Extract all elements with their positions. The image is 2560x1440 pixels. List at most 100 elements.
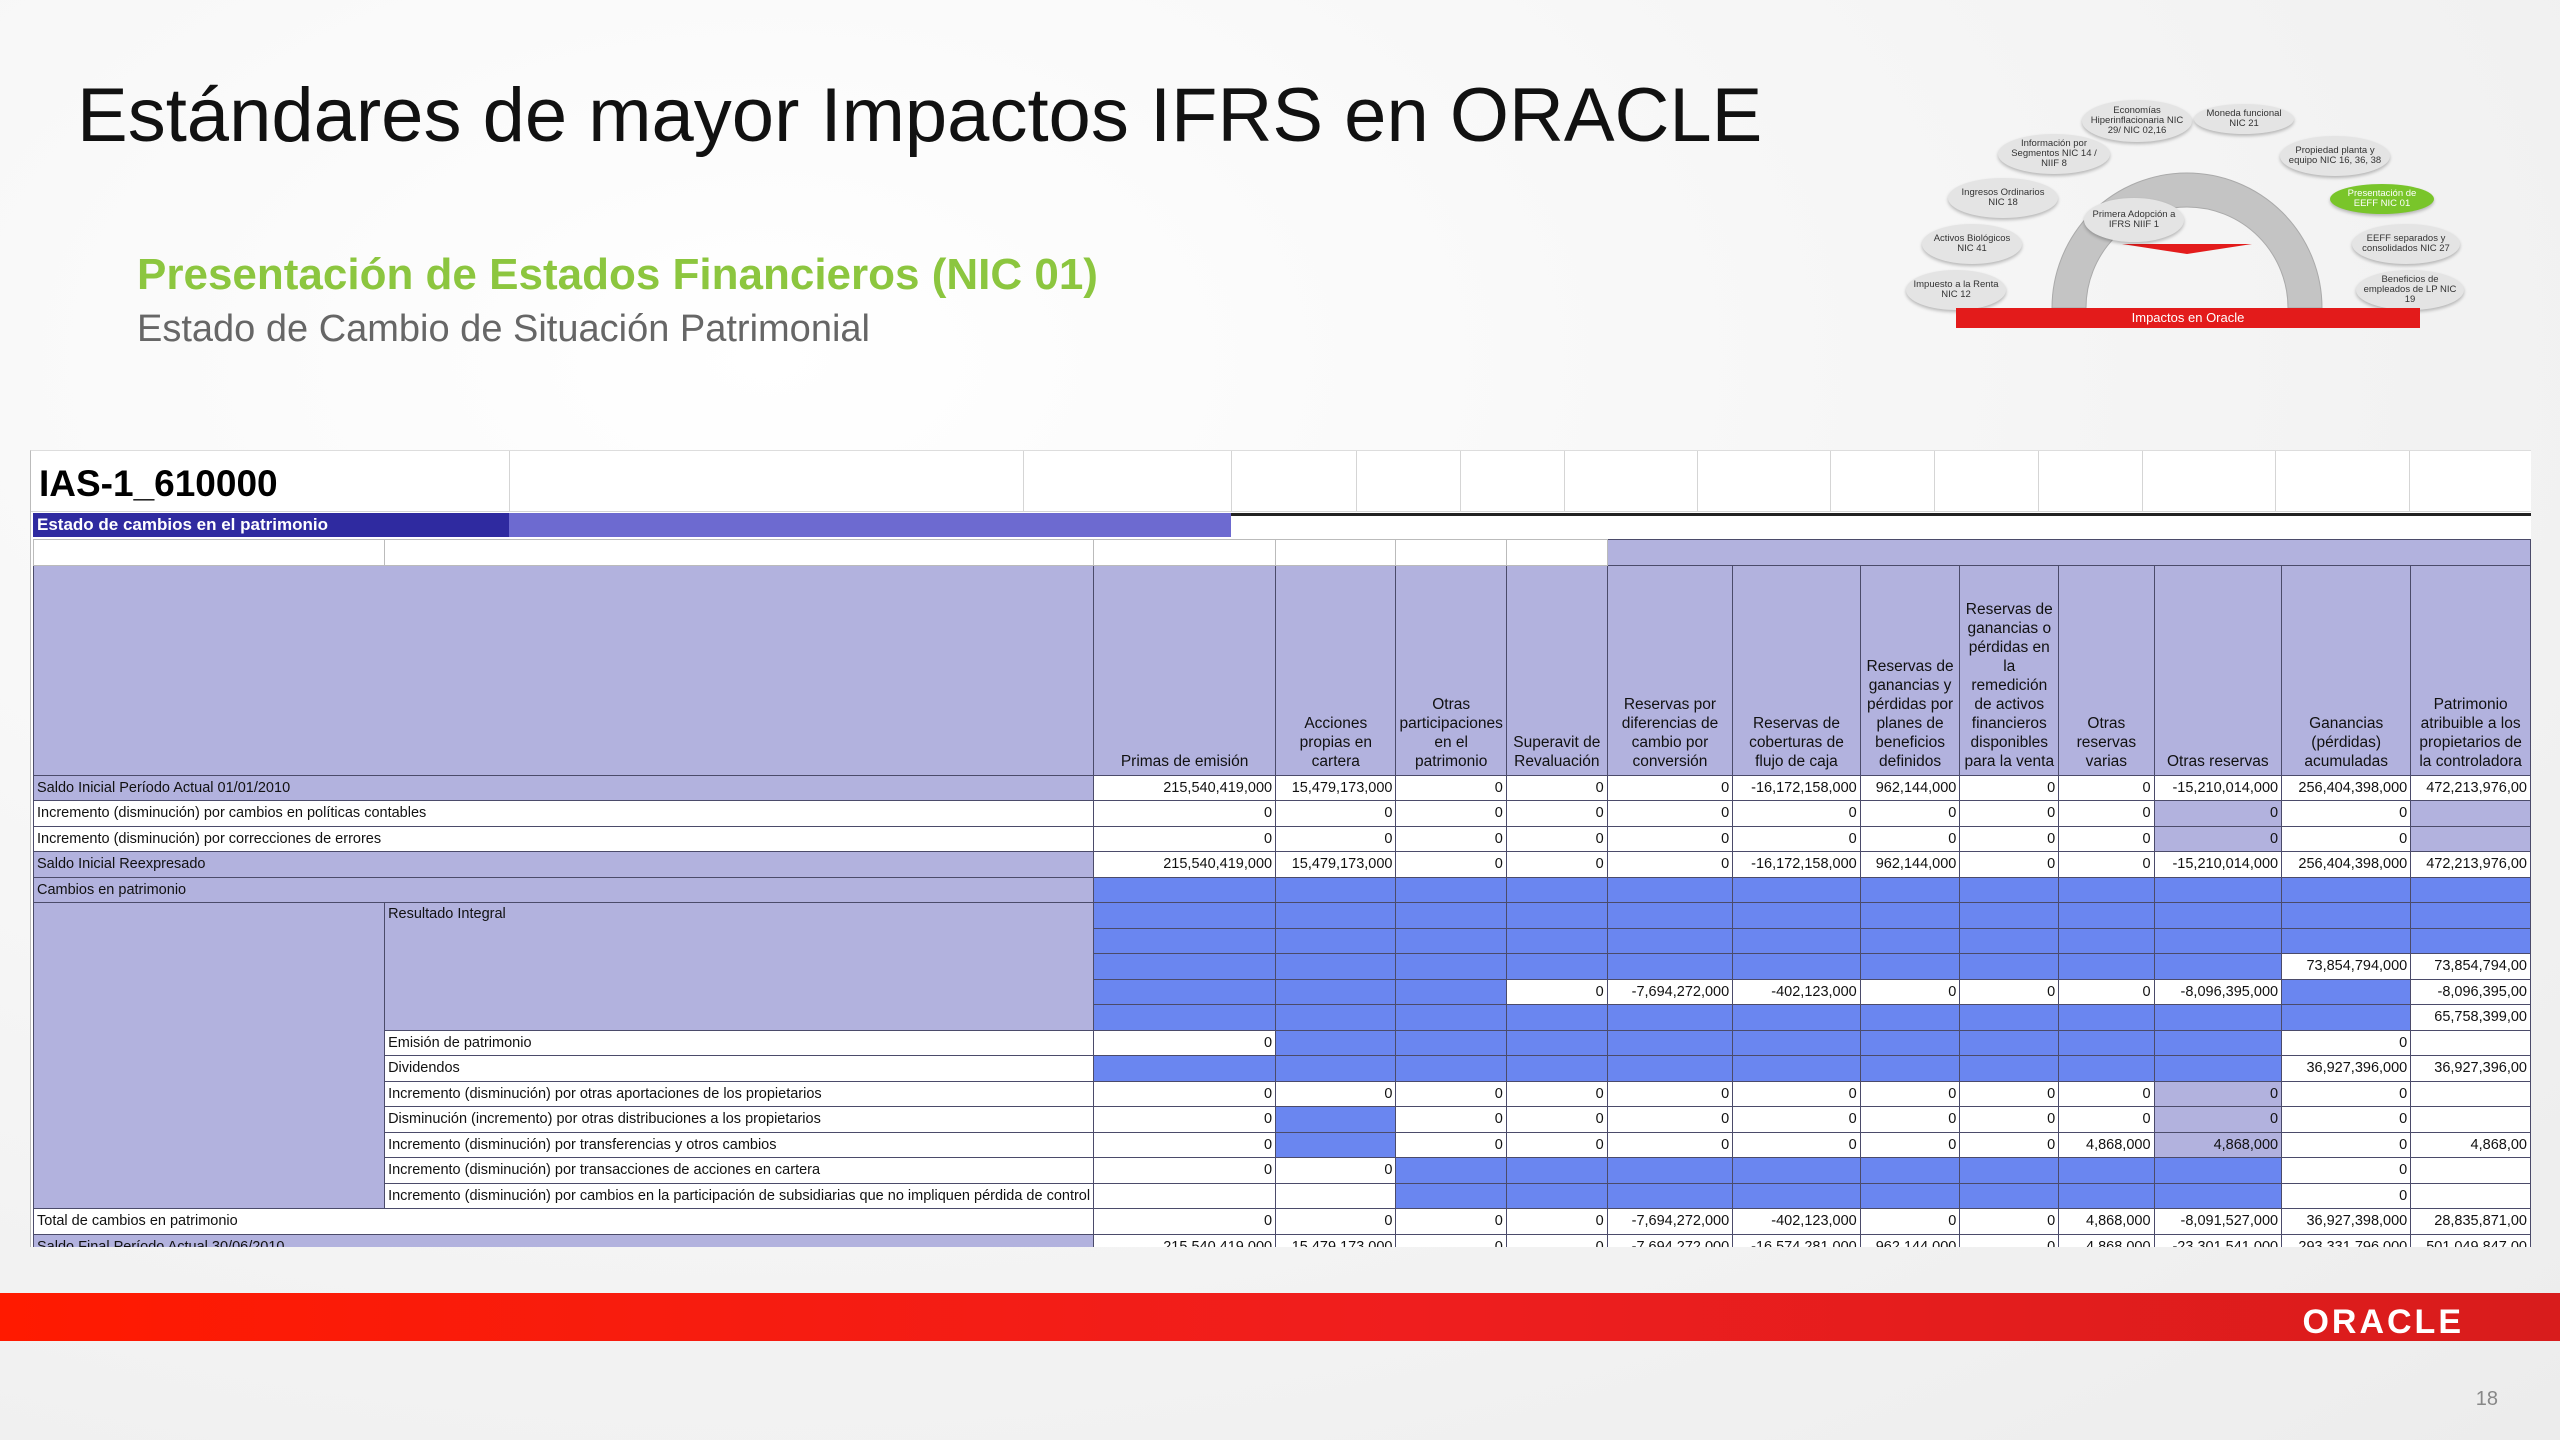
cell: 0 (1093, 1106, 1277, 1133)
cell: 0 (1606, 825, 1734, 852)
cell: 0 (1732, 825, 1861, 852)
cell: 0 (2058, 800, 2155, 827)
diagram-item: Beneficios de empleados de LP NIC 19 (2356, 270, 2464, 310)
cell: 0 (2281, 825, 2412, 852)
cell: 0 (1859, 1106, 1961, 1133)
cell: 0 (1093, 800, 1277, 827)
cell: 472,213,976,00 (2410, 851, 2531, 878)
cell: 0 (1395, 800, 1507, 827)
column-header: Reservas de coberturas de flujo de caja (1732, 564, 1861, 776)
table-row: Emisión de patrimonio 0 0 (34, 1029, 2531, 1056)
cell: 293,331,796,000 (2281, 1233, 2412, 1247)
cell: -16,172,158,000 (1732, 774, 1861, 801)
table-row: Resultado Integral (32, 902, 2531, 1209)
cell: 0 (1505, 1131, 1608, 1158)
sheet-header-bar-fill (509, 513, 1231, 537)
column-header-row: Primas de emisión Acciones propias en ca… (32, 564, 2531, 776)
row-label: Saldo Inicial Reexpresado (32, 851, 1095, 878)
cell: 215,540,419,000 (1093, 1233, 1277, 1247)
cell: 0 (2153, 825, 2283, 852)
row-label: Incremento (disminución) por cambios en … (384, 1182, 1095, 1209)
sheet-header-label: Estado de cambios en el patrimonio (37, 515, 328, 534)
cell: 0 (2058, 774, 2155, 801)
cell: 0 (1606, 800, 1734, 827)
cell: -402,123,000 (1732, 978, 1861, 1005)
slide-subsubtitle: Estado de Cambio de Situación Patrimonia… (137, 308, 870, 350)
cell: 962,144,000 (1859, 1233, 1961, 1247)
cell: 0 (1093, 1029, 1277, 1056)
table-row: Saldo Final Período Actual 30/06/2010 21… (32, 1233, 2531, 1247)
column-header: Otras reservas (2153, 564, 2283, 776)
cell: 0 (1959, 825, 2060, 852)
slide-title: Estándares de mayor Impactos IFRS en ORA… (77, 73, 1763, 158)
cell: 256,404,398,000 (2281, 774, 2412, 801)
column-header: Reservas de ganancias o pérdidas en la r… (1959, 564, 2060, 776)
cell: 0 (2281, 1157, 2412, 1184)
table-row: Incremento (disminución) por transferenc… (34, 1131, 2531, 1158)
cell: -15,210,014,000 (2153, 774, 2283, 801)
cell: 4,868,000 (2058, 1131, 2155, 1158)
cell: 0 (1505, 1106, 1608, 1133)
cell: 0 (1093, 1131, 1277, 1158)
cell: 0 (1505, 800, 1608, 827)
page-number: 18 (2475, 1388, 2498, 1410)
cell: 0 (2058, 825, 2155, 852)
cell: 0 (1732, 1106, 1861, 1133)
cell: -8,096,395,00 (2410, 978, 2531, 1005)
table-row: Incremento (disminución) por otras aport… (34, 1080, 2531, 1107)
cell: 36,927,398,000 (2281, 1208, 2412, 1235)
table-row: Incremento (disminución) por cambios en … (34, 1182, 2531, 1209)
cell: 0 (1275, 1208, 1397, 1235)
cell: 0 (2281, 1080, 2412, 1107)
diagram-item: Activos Biológicos NIC 41 (1922, 224, 2022, 264)
table-row: Cambios en patrimonio (32, 876, 2531, 903)
cell: 0 (1395, 851, 1507, 878)
diagram-item: Impuesto a la Renta NIC 12 (1906, 270, 2006, 310)
equity-table: Primas de emisión Acciones propias en ca… (32, 539, 2531, 1247)
cell: 256,404,398,000 (2281, 851, 2412, 878)
cell: 0 (1606, 1106, 1734, 1133)
column-header: Primas de emisión (1093, 564, 1277, 776)
cell: 0 (1606, 774, 1734, 801)
cell: 0 (2281, 800, 2412, 827)
impactos-oracle-bar: Impactos en Oracle (1956, 308, 2420, 328)
cell: -8,091,527,000 (2153, 1208, 2283, 1235)
table-row: Incremento (disminución) por correccione… (32, 825, 2531, 852)
cell: 0 (1959, 978, 2060, 1005)
row-label: Cambios en patrimonio (32, 876, 1095, 903)
cell: 962,144,000 (1859, 851, 1961, 878)
cell: 0 (1859, 1208, 1961, 1235)
cell: 15,479,173,000 (1275, 851, 1397, 878)
cell: 0 (1395, 1106, 1507, 1133)
cell: 4,868,000 (2058, 1208, 2155, 1235)
table-row: Saldo Inicial Reexpresado 215,540,419,00… (32, 851, 2531, 878)
cell: 0 (1959, 1080, 2060, 1107)
cell: 0 (1859, 800, 1961, 827)
column-header: Reservas por diferencias de cambio por c… (1606, 564, 1734, 776)
diagram-item: Ingresos Ordinarios NIC 18 (1948, 178, 2058, 218)
cell: 0 (1959, 1208, 2060, 1235)
cell: 4,868,000 (2058, 1233, 2155, 1247)
cell: 0 (1275, 800, 1397, 827)
cell: 501,049,847,00 (2410, 1233, 2531, 1247)
table-row: Total de cambios en patrimonio 0 0 0 0 -… (32, 1208, 2531, 1235)
cell: 4,868,00 (2410, 1131, 2531, 1158)
table-row: Disminución (incremento) por otras distr… (34, 1106, 2531, 1133)
row-label: Incremento (disminución) por cambios en … (32, 800, 1095, 827)
cell: 0 (1959, 1233, 2060, 1247)
diagram-item: EEFF separados y consolidados NIC 27 (2352, 224, 2460, 264)
column-header: Ganancias (pérdidas) acumuladas (2281, 564, 2412, 776)
cell: 0 (1959, 1131, 2060, 1158)
ifrs-impact-diagram: Primera Adopción a IFRS NIIF 1 Economías… (1902, 96, 2472, 334)
cell: 0 (1732, 1080, 1861, 1107)
cell: -15,210,014,000 (2153, 851, 2283, 878)
diagram-center-pill: Primera Adopción a IFRS NIIF 1 (2084, 198, 2184, 242)
cell: 0 (1505, 851, 1608, 878)
table-row: Dividendos 36,927,396,000 36,927,396,00 (34, 1055, 2531, 1082)
cell: -16,172,158,000 (1732, 851, 1861, 878)
row-label: Emisión de patrimonio (384, 1029, 1095, 1056)
row-label: Disminución (incremento) por otras distr… (384, 1106, 1095, 1133)
cell: 0 (1093, 825, 1277, 852)
cell: 0 (1859, 1080, 1961, 1107)
cell: 0 (1505, 1080, 1608, 1107)
